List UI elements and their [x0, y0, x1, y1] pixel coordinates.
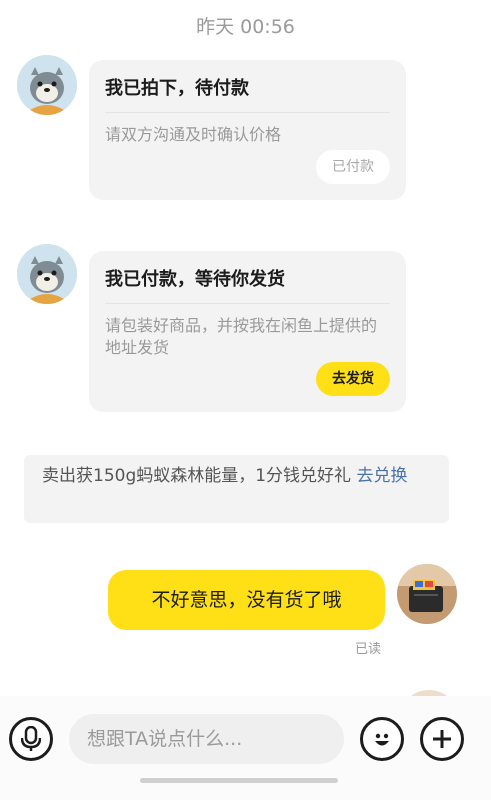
plus-icon	[433, 730, 451, 748]
seal-avatar-icon	[17, 244, 77, 304]
card-description: 请包装好商品，并按我在闲鱼上提供的地址发货	[105, 316, 378, 357]
paid-button[interactable]: 已付款	[316, 150, 390, 184]
seller-avatar[interactable]	[17, 55, 77, 115]
card-title: 我已拍下，待付款	[105, 60, 390, 113]
input-bar: 想跟TA说点什么...	[0, 696, 491, 800]
more-button[interactable]	[420, 717, 464, 761]
home-indicator	[140, 778, 338, 783]
read-status: 已读	[355, 642, 382, 657]
emoji-button[interactable]	[360, 717, 404, 761]
ship-button[interactable]: 去发货	[316, 362, 390, 396]
system-note-text: 卖出获150g蚂蚁森林能量，1分钱兑好礼	[42, 466, 357, 486]
emoji-icon	[375, 733, 389, 746]
redeem-link[interactable]: 去兑换	[356, 466, 407, 486]
system-note: 卖出获150g蚂蚁森林能量，1分钱兑好礼 去兑换	[24, 455, 449, 523]
card-title: 我已付款，等待你发货	[105, 251, 390, 304]
card-description: 请双方沟通及时确认价格	[105, 125, 282, 144]
seal-avatar-icon	[17, 55, 77, 115]
message-timestamp: 昨天 00:56	[196, 16, 295, 38]
message-input[interactable]: 想跟TA说点什么...	[69, 714, 344, 764]
order-card-pending-payment[interactable]: 我已拍下，待付款 请双方沟通及时确认价格 已付款	[89, 60, 406, 200]
user-avatar-icon	[397, 564, 457, 624]
microphone-icon	[21, 726, 41, 751]
my-avatar[interactable]	[397, 564, 457, 624]
order-card-awaiting-shipment[interactable]: 我已付款，等待你发货 请包装好商品，并按我在闲鱼上提供的地址发货 去发货	[89, 251, 406, 412]
my-message-bubble[interactable]: 不好意思，没有货了哦	[108, 570, 385, 630]
seller-avatar[interactable]	[17, 244, 77, 304]
voice-button[interactable]	[9, 717, 53, 761]
